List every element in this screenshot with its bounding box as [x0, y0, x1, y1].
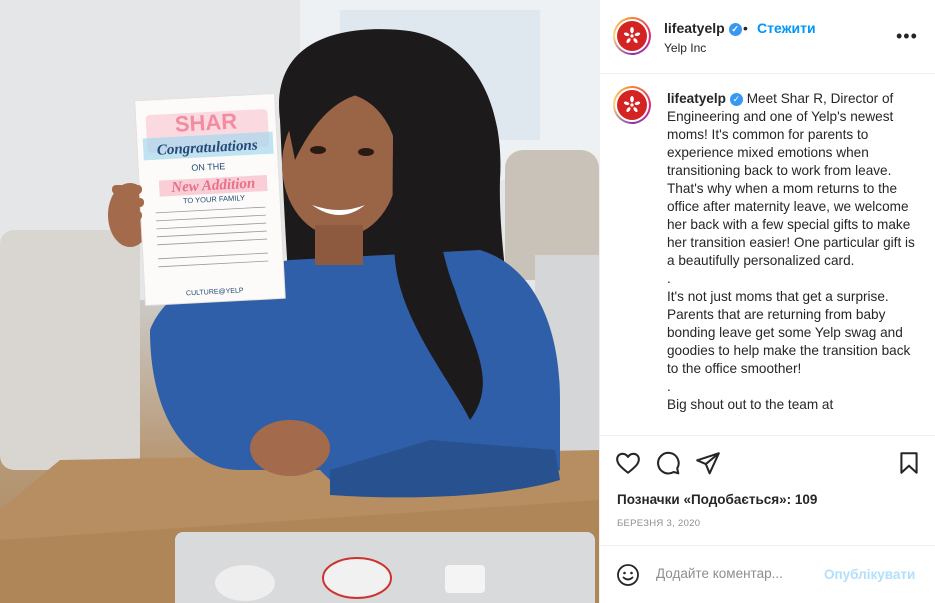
caption-username[interactable]: lifeatyelp [667, 91, 726, 106]
verified-badge-icon: ✓ [728, 23, 742, 36]
caption-avatar[interactable] [613, 86, 651, 124]
yelp-logo-icon [617, 21, 647, 51]
caption-text: lifeatyelp ✓ Meet Shar R, Director of Eng… [667, 90, 917, 414]
account-subtitle[interactable]: Yelp Inc [664, 41, 706, 55]
username[interactable]: lifeatyelp [664, 20, 725, 36]
post-date[interactable]: БЕРЕЗНЯ 3, 2020 [617, 518, 700, 529]
verified-badge-icon: ✓ [729, 93, 743, 106]
card-title: SHAR [174, 108, 238, 136]
avatar[interactable] [613, 17, 651, 55]
card-line2: ON THE [191, 161, 225, 173]
bookmark-icon[interactable] [896, 450, 922, 476]
comment-icon[interactable] [655, 450, 681, 476]
more-icon[interactable]: ••• [896, 27, 918, 45]
caption-area[interactable]: lifeatyelp ✓ Meet Shar R, Director of Eng… [600, 74, 935, 436]
separator-dot: • [743, 20, 748, 36]
comment-input[interactable] [656, 566, 826, 581]
yelp-logo-icon [617, 90, 647, 120]
share-icon[interactable] [695, 450, 721, 476]
publish-button[interactable]: Опублікувати [824, 567, 915, 582]
post-header: lifeatyelp ✓ • Стежити Yelp Inc ••• [600, 0, 935, 74]
follow-button[interactable]: Стежити [757, 20, 816, 36]
heart-icon[interactable] [615, 450, 641, 476]
photo-illustration: SHAR Congratulations ON THE New Addition… [0, 0, 599, 603]
comment-bar: Опублікувати [600, 545, 935, 603]
action-bar [600, 436, 935, 486]
emoji-icon[interactable] [616, 563, 640, 587]
post-photo[interactable]: SHAR Congratulations ON THE New Addition… [0, 0, 599, 603]
post-side-panel: lifeatyelp ✓ • Стежити Yelp Inc ••• life… [599, 0, 935, 603]
likes-count[interactable]: Позначки «Подобається»: 109 [617, 492, 817, 507]
caption-body: Meet Shar R, Director of Engineering and… [667, 91, 915, 412]
username-link[interactable]: lifeatyelp ✓ [664, 20, 742, 36]
